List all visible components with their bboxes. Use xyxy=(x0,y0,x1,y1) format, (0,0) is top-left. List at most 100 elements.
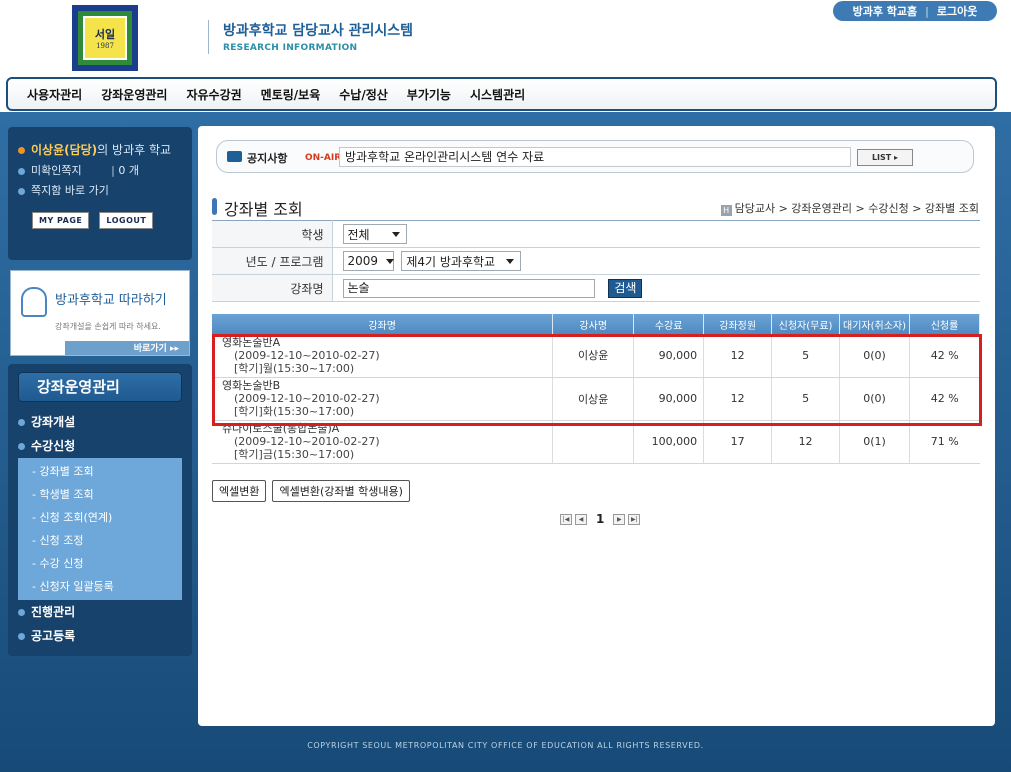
bullet-icon xyxy=(18,443,25,450)
side-nav-title: 강좌운영관리 xyxy=(18,372,182,402)
notice-list-button[interactable]: LIST ▸ xyxy=(857,149,913,166)
main-nav: 사용자관리 강좌운영관리 자유수강권 멘토링/보육 수납/정산 부가기능 시스템… xyxy=(6,77,997,111)
logout-button[interactable]: LOGOUT xyxy=(99,212,154,229)
applicants-cell: 5 xyxy=(771,334,841,378)
course-name-cell[interactable]: 슈나이로스쿨(통합논술)A (2009-12-10~2010-02-27) [학기]… xyxy=(212,420,554,464)
excel-export-button[interactable]: 엑셀변환 xyxy=(212,480,267,502)
program-select[interactable]: 제4기 방과후학교 xyxy=(401,251,522,271)
breadcrumb: H 담당교사 > 강좌운영관리 > 수강신청 > 강좌별 조회 xyxy=(720,200,979,216)
user-name-row: 이상윤(담당)의 방과후 학교 xyxy=(18,141,184,158)
banner-go-link[interactable]: 바로가기 ▸▸ xyxy=(65,341,189,355)
nav-user-management[interactable]: 사용자관리 xyxy=(20,86,94,103)
logout-link[interactable]: 로그아웃 xyxy=(937,3,977,19)
first-page-icon[interactable]: |◀ xyxy=(560,513,572,525)
pagination: |◀ ◀ 1 ▶ ▶| xyxy=(560,512,641,526)
chevron-down-icon xyxy=(506,258,515,264)
user-name: 이상윤(담당) xyxy=(31,143,98,157)
next-page-icon[interactable]: ▶ xyxy=(613,513,626,525)
nav-mentoring[interactable]: 멘토링/보육 xyxy=(254,86,333,103)
table-row[interactable]: 영화논술반A (2009-12-10~2010-02-27) [학기]월(15:30… xyxy=(212,334,980,378)
nav-free-voucher[interactable]: 자유수강권 xyxy=(179,86,253,103)
bullet-icon xyxy=(18,147,25,154)
logo-text: 서일 xyxy=(94,28,116,41)
search-button[interactable]: 검색 xyxy=(608,278,643,298)
bullet-icon xyxy=(18,419,25,426)
capacity-cell: 12 xyxy=(703,377,773,421)
footer-copyright: COPYRIGHT SEOUL METROPOLITAN CITY OFFICE… xyxy=(307,741,704,750)
waiting-cell: 0(0) xyxy=(839,377,910,421)
rate-cell: 42 % xyxy=(909,334,980,378)
chevron-down-icon xyxy=(386,258,395,264)
unread-messages[interactable]: 미확인쪽지 | 0 개 xyxy=(18,162,184,178)
side-nav-announcement[interactable]: 공고등록 xyxy=(8,624,192,648)
course-name-input[interactable]: 논술 xyxy=(342,278,595,298)
top-links: 방과후 학교홈 | 로그아웃 xyxy=(833,1,997,21)
bullet-icon xyxy=(18,187,25,195)
col-rate: 신청률 xyxy=(909,314,981,334)
course-name-cell[interactable]: 영화논술반A (2009-12-10~2010-02-27) [학기]월(15:30… xyxy=(212,334,554,378)
table-row[interactable]: 슈나이로스쿨(통합논술)A (2009-12-10~2010-02-27) [학기]… xyxy=(212,420,980,464)
afterschool-home-link[interactable]: 방과후 학교홈 xyxy=(853,3,918,19)
rate-cell: 71 % xyxy=(909,420,980,464)
bullet-icon xyxy=(18,609,25,616)
fee-cell: 90,000 xyxy=(633,377,705,421)
side-nav: 강좌운영관리 강좌개설 수강신청 - 강좌별 조회 - 학생별 조회 - 신청 … xyxy=(8,364,192,656)
submenu-linked-lookup[interactable]: - 신청 조회(연계) xyxy=(18,506,182,529)
system-title: 방과후학교 담당교사 관리시스템 RESEARCH INFORMATION xyxy=(208,20,413,54)
year-select[interactable]: 2009 xyxy=(342,251,395,271)
school-logo[interactable]: 서일 1987 xyxy=(72,5,138,71)
excel-students-export-button[interactable]: 엑셀변환(강좌별 학생내용) xyxy=(272,480,410,502)
col-teacher: 강사명 xyxy=(552,314,635,334)
notice-label: 공지사항 xyxy=(247,152,288,165)
system-title-text: 방과후학교 담당교사 관리시스템 xyxy=(223,23,414,39)
tv-icon xyxy=(227,151,242,162)
fee-cell: 100,000 xyxy=(633,420,705,464)
waiting-cell: 0(0) xyxy=(839,334,910,378)
side-nav-course-open[interactable]: 강좌개설 xyxy=(8,410,192,434)
my-page-button[interactable]: MY PAGE xyxy=(32,212,90,229)
nav-payment[interactable]: 수납/정산 xyxy=(332,86,400,103)
submenu-adjust[interactable]: - 신청 조정 xyxy=(18,529,182,552)
applicants-cell: 12 xyxy=(771,420,841,464)
onair-badge: ON-AIR xyxy=(305,153,342,163)
course-name-cell[interactable]: 영화논술반B (2009-12-10~2010-02-27) [학기]화(15:30… xyxy=(212,377,554,421)
nav-extra[interactable]: 부가기능 xyxy=(400,86,463,103)
teacher-cell: 이상윤 xyxy=(552,377,635,421)
user-panel: 이상윤(담당)의 방과후 학교 미확인쪽지 | 0 개 쪽지함 바로 가기 MY… xyxy=(8,127,192,260)
bullet-icon xyxy=(18,167,25,175)
student-select[interactable]: 전체 xyxy=(342,224,407,244)
waiting-cell: 0(1) xyxy=(839,420,910,464)
teacher-cell xyxy=(552,420,635,464)
banner-subtitle: 강좌개설을 손쉽게 따라 하세요. xyxy=(55,322,161,331)
submenu-bulk-register[interactable]: - 신청자 일괄등록 xyxy=(18,575,182,598)
current-page[interactable]: 1 xyxy=(596,512,604,526)
submenu-student-lookup[interactable]: - 학생별 조회 xyxy=(18,483,182,506)
system-subtitle: RESEARCH INFORMATION xyxy=(223,43,358,53)
nav-course-management[interactable]: 강좌운영관리 xyxy=(94,86,179,103)
side-nav-progress[interactable]: 진행관리 xyxy=(8,600,192,624)
side-nav-registration[interactable]: 수강신청 xyxy=(8,434,192,458)
submenu-register[interactable]: - 수강 신청 xyxy=(18,552,182,575)
last-page-icon[interactable]: ▶| xyxy=(628,513,641,525)
fee-cell: 90,000 xyxy=(633,334,705,378)
side-nav-submenu: - 강좌별 조회 - 학생별 조회 - 신청 조회(연계) - 신청 조정 - … xyxy=(18,458,182,600)
col-waiting: 대기자(취소자) xyxy=(839,314,910,334)
table-row[interactable]: 영화논술반B (2009-12-10~2010-02-27) [학기]화(15:30… xyxy=(212,377,980,421)
mouse-icon xyxy=(21,287,47,317)
nav-system[interactable]: 시스템관리 xyxy=(463,86,537,103)
rate-cell: 42 % xyxy=(909,377,980,421)
search-form: 학생 전체 년도 / 프로그램 2009 제4기 방과후학교 강좌명 논술 검색 xyxy=(212,220,980,302)
submenu-course-lookup[interactable]: - 강좌별 조회 xyxy=(18,460,182,483)
tutorial-banner[interactable]: 방과후학교 따라하기 강좌개설을 손쉽게 따라 하세요. 바로가기 ▸▸ xyxy=(10,270,190,356)
inbox-link[interactable]: 쪽지함 바로 가기 xyxy=(18,182,184,198)
user-school: 의 방과후 학교 xyxy=(97,143,172,157)
col-course-name: 강좌명 xyxy=(212,314,554,334)
col-fee: 수강료 xyxy=(633,314,705,334)
main-content: 공지사항 ON-AIR 방과후학교 온라인관리시스템 연수 자료 LIST ▸ … xyxy=(198,126,995,726)
chevron-down-icon xyxy=(391,231,400,237)
capacity-cell: 17 xyxy=(703,420,773,464)
col-applicants: 신청자(무료) xyxy=(771,314,841,334)
notice-text[interactable]: 방과후학교 온라인관리시스템 연수 자료 xyxy=(339,147,851,167)
prev-page-icon[interactable]: ◀ xyxy=(575,513,587,525)
col-capacity: 강좌정원 xyxy=(703,314,773,334)
